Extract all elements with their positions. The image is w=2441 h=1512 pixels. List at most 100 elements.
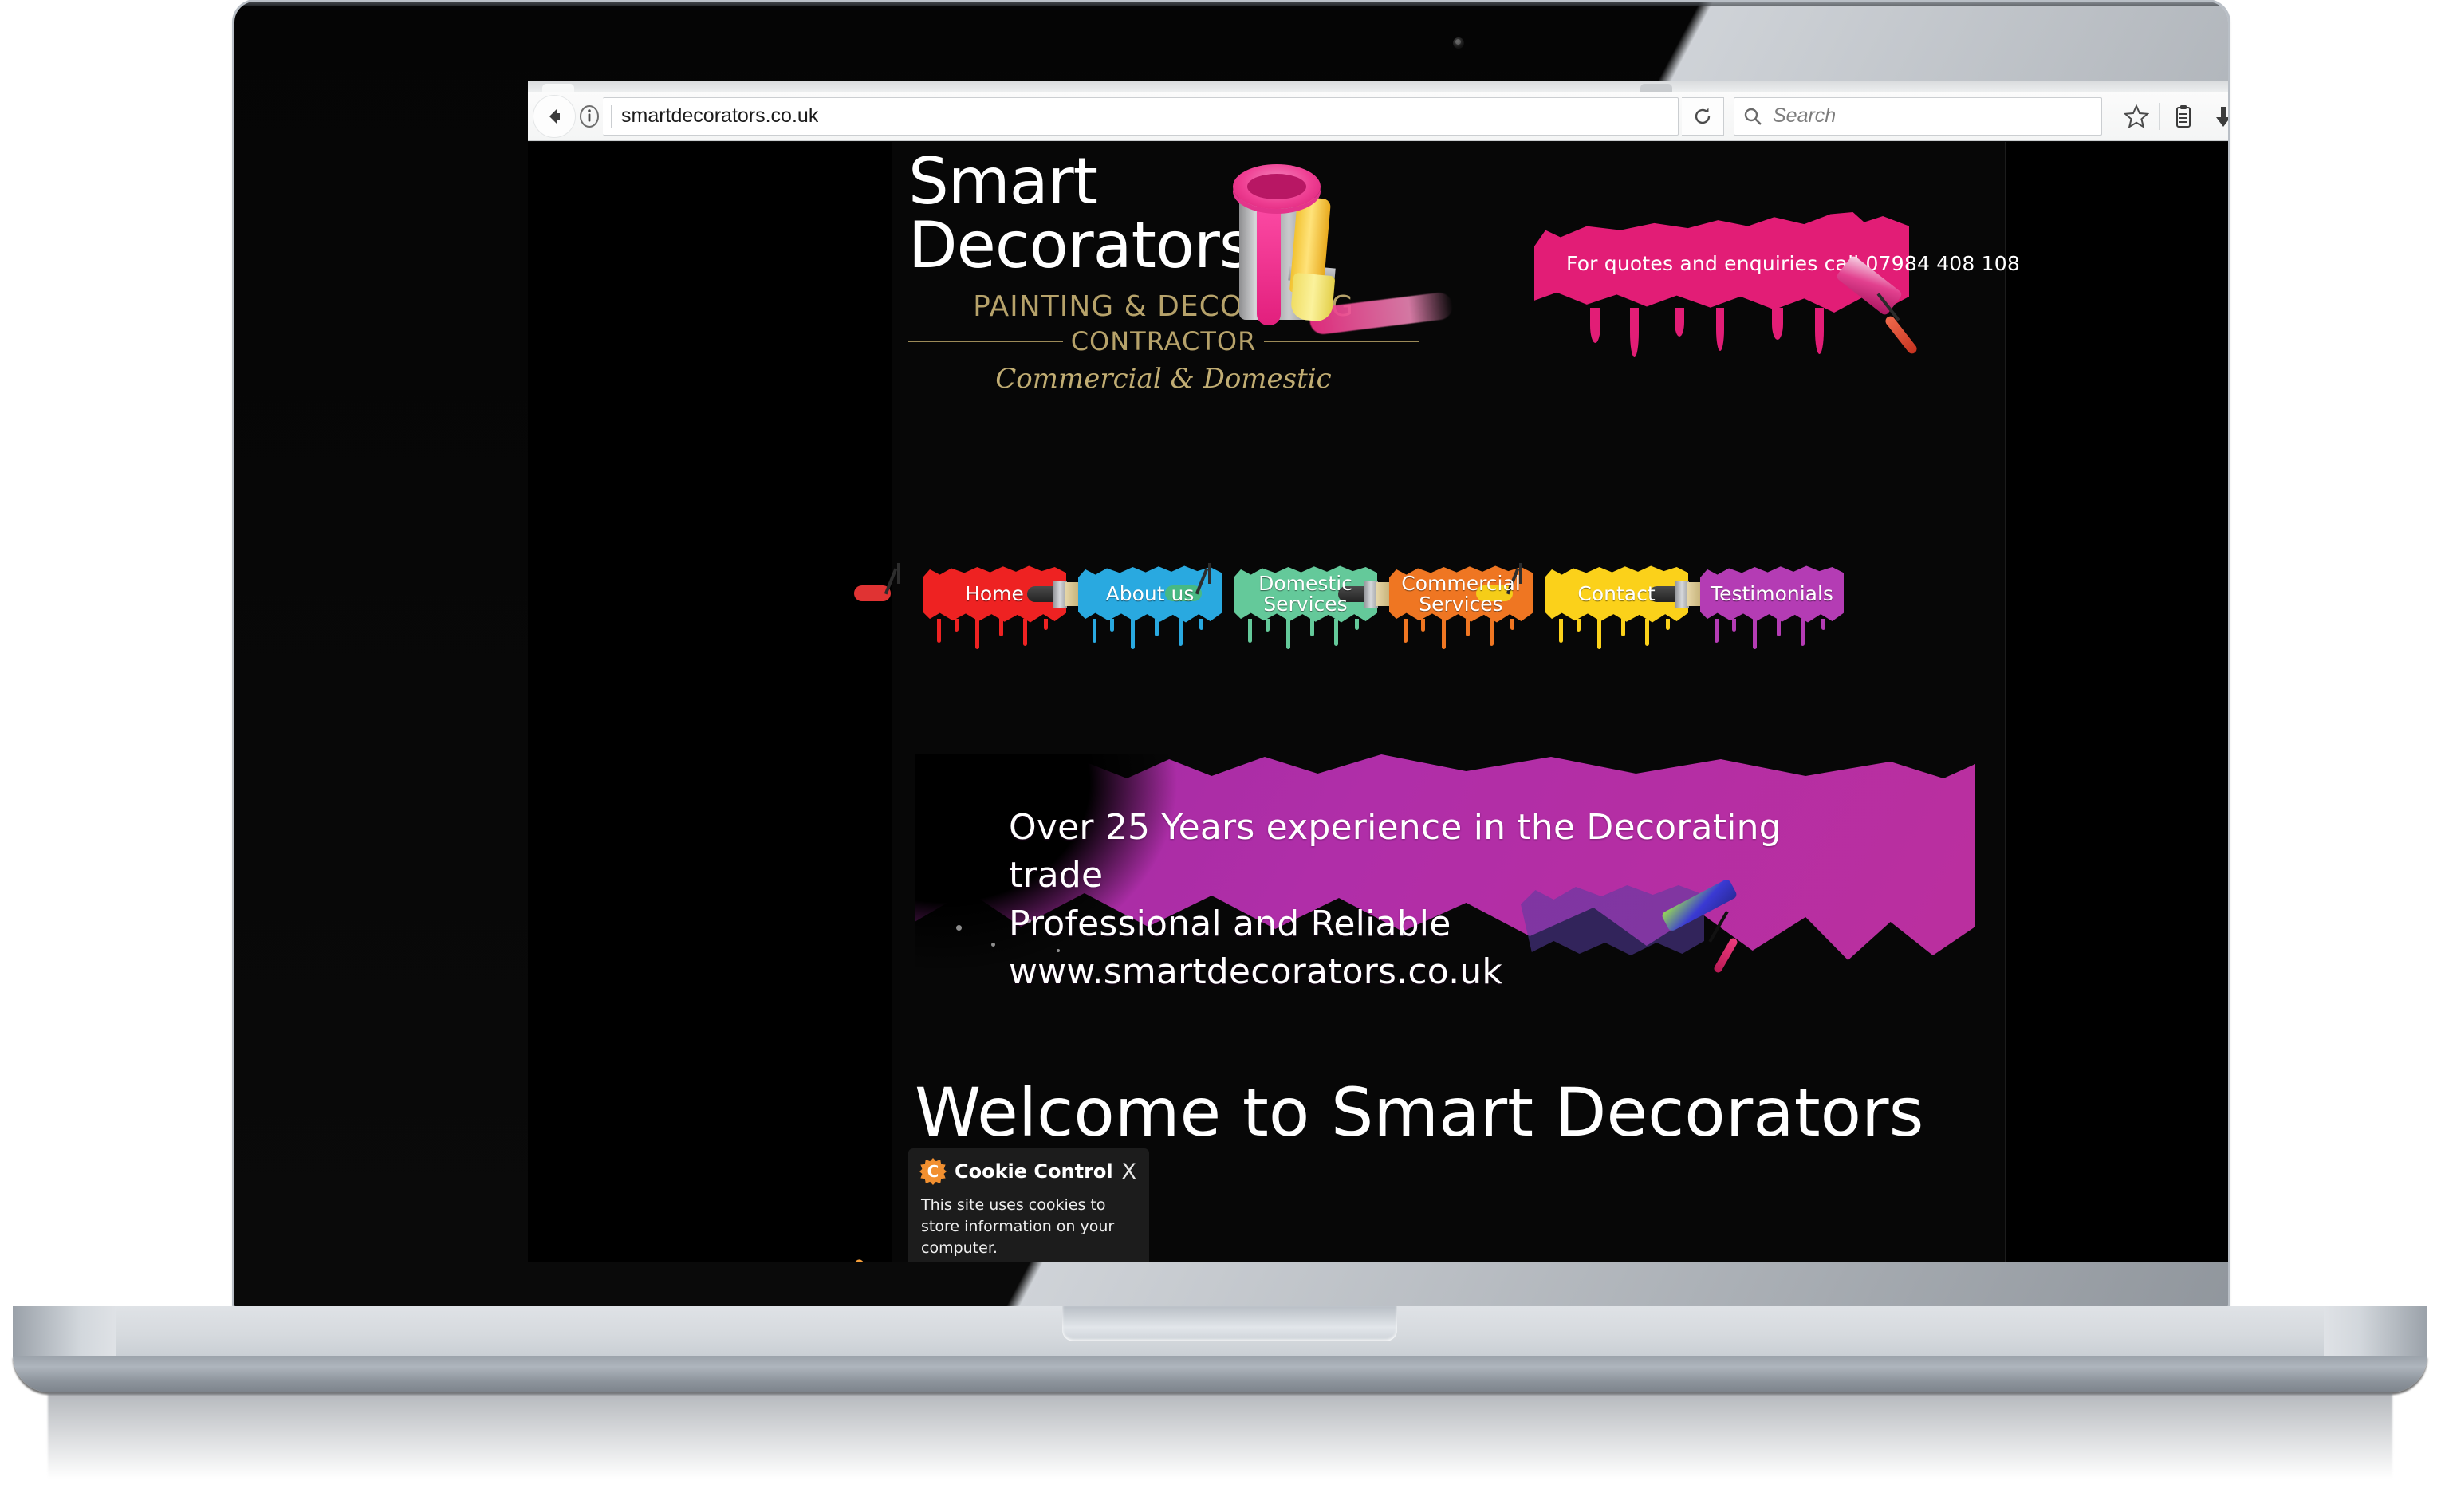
nav-label-line-1: Domestic bbox=[1258, 571, 1352, 595]
phone-splash-banner: For quotes and enquiries call 07984 408 … bbox=[1518, 190, 2020, 357]
url-text: smartdecorators.co.uk bbox=[621, 104, 819, 127]
splash-drip bbox=[1630, 308, 1639, 357]
site-identity-button[interactable] bbox=[576, 103, 603, 130]
lid-highlight bbox=[234, 2, 2228, 6]
browser-window: smartdecorators.co.uk Search Smart Decor… bbox=[528, 81, 2228, 1262]
downloads-icon bbox=[2216, 106, 2228, 127]
laptop-trackpad-notch bbox=[1062, 1306, 1397, 1341]
splash-drip bbox=[1772, 308, 1783, 340]
active-tab[interactable] bbox=[542, 84, 574, 92]
reload-icon bbox=[1695, 108, 1711, 124]
paint-roller-icon bbox=[1835, 254, 1933, 356]
search-placeholder: Search bbox=[1773, 104, 1837, 127]
cookie-control-tab-icon[interactable]: C bbox=[833, 1258, 886, 1262]
back-arrow-icon bbox=[549, 108, 560, 124]
banner-line-1: Over 25 Years experience in the Decorati… bbox=[1009, 807, 1782, 896]
splash-drip bbox=[1815, 308, 1824, 354]
nav-item-testimonials[interactable]: Testimonials bbox=[1649, 557, 1844, 656]
page-title: Welcome to Smart Decorators bbox=[915, 1073, 1924, 1152]
rule-left bbox=[908, 341, 1063, 342]
nav-item-domestic[interactable]: Domestic Services bbox=[1165, 557, 1377, 656]
site-content-column: Smart Decorators PAINTING & DECORATING C… bbox=[854, 142, 2020, 1262]
brush-bristles bbox=[1376, 582, 1389, 606]
laptop-mockup: smartdecorators.co.uk Search Smart Decor… bbox=[0, 0, 2441, 1512]
rule-right bbox=[1264, 341, 1419, 342]
paint-roller-icon bbox=[854, 563, 931, 612]
url-divider bbox=[611, 104, 612, 128]
nav-paint-drips bbox=[1700, 619, 1844, 656]
laptop-lid: smartdecorators.co.uk Search Smart Decor… bbox=[234, 2, 2228, 1309]
new-tab-button[interactable] bbox=[1640, 84, 1672, 92]
brush-bristles bbox=[1065, 582, 1078, 606]
nav-label-line-2: Services bbox=[1263, 593, 1348, 616]
nav-paint-drips bbox=[1545, 619, 1688, 656]
nav-label-line-1: Home bbox=[965, 581, 1024, 605]
search-icon bbox=[1744, 108, 1762, 125]
nav-item-commercial[interactable]: Commercial Services bbox=[1338, 557, 1533, 656]
banner-line-3: www.smartdecorators.co.uk bbox=[1009, 951, 1503, 992]
cookie-control-header: C Cookie Control X bbox=[908, 1148, 1149, 1190]
website-body: Smart Decorators PAINTING & DECORATING C… bbox=[528, 142, 2228, 1262]
laptop-reflection bbox=[48, 1392, 2392, 1512]
nav-item-label: Domestic Services bbox=[1234, 565, 1377, 624]
nav-item-contact[interactable]: Contact bbox=[1476, 557, 1688, 656]
browser-tabstrip[interactable] bbox=[528, 81, 2228, 92]
roller-handle bbox=[1884, 314, 1919, 356]
url-bar[interactable]: smartdecorators.co.uk bbox=[603, 96, 1679, 136]
splash-drip bbox=[1590, 308, 1600, 343]
nav-item-about-us[interactable]: About us bbox=[1027, 557, 1222, 656]
banner-line-2: Professional and Reliable bbox=[1009, 903, 1451, 944]
brush-bristles bbox=[1687, 582, 1700, 606]
nav-item-label: Home bbox=[923, 565, 1066, 624]
cookie-control-title: Cookie Control bbox=[955, 1160, 1113, 1183]
nav-item-home[interactable]: Home bbox=[854, 557, 1066, 656]
toolbar-divider bbox=[2159, 102, 2160, 130]
page-viewport: Smart Decorators PAINTING & DECORATING C… bbox=[528, 142, 2228, 1262]
main-navigation: Home About us Domestic Services Commercial Se… bbox=[854, 557, 2005, 660]
close-icon[interactable]: X bbox=[1120, 1160, 1139, 1184]
nav-label-line-2: Services bbox=[1419, 593, 1503, 616]
banner-speck bbox=[956, 925, 962, 931]
bookmark-star-icon bbox=[2124, 104, 2149, 128]
nav-label-line-1: Commercial bbox=[1401, 571, 1521, 595]
reading-list-icon bbox=[2176, 104, 2191, 128]
nav-item-label: Contact bbox=[1545, 565, 1688, 624]
reading-list-button[interactable] bbox=[2163, 96, 2203, 137]
nav-paint-drips bbox=[1389, 619, 1533, 656]
banner-text-block: Over 25 Years experience in the Decorati… bbox=[1009, 804, 1846, 996]
splash-drip bbox=[1716, 308, 1724, 351]
laptop-base bbox=[13, 1306, 2427, 1392]
laptop-base-front bbox=[13, 1356, 2427, 1392]
nav-item-label: About us bbox=[1078, 565, 1222, 624]
paint-can-drip bbox=[1257, 191, 1281, 325]
cookie-control-panel: C Cookie Control X This site uses cookie… bbox=[908, 1148, 1149, 1262]
cookie-c-letter: C bbox=[927, 1162, 939, 1181]
webcam-icon bbox=[1453, 37, 1464, 49]
nav-item-label: Commercial Services bbox=[1389, 565, 1533, 624]
promo-banner: Over 25 Years experience in the Decorati… bbox=[915, 754, 1975, 994]
back-button[interactable] bbox=[533, 94, 576, 138]
downloads-button[interactable] bbox=[2203, 96, 2228, 137]
info-icon bbox=[580, 104, 599, 128]
cookie-c-letter: C bbox=[833, 1258, 886, 1262]
browser-navigation-bar: smartdecorators.co.uk Search bbox=[528, 92, 2228, 141]
paint-pot-icon bbox=[1215, 156, 1455, 340]
nav-paint-drips bbox=[1078, 619, 1222, 656]
reload-button[interactable] bbox=[1682, 96, 1724, 136]
paint-can-rim bbox=[1233, 164, 1321, 209]
brush-bristles bbox=[1289, 272, 1336, 323]
banner-speck bbox=[991, 943, 995, 947]
bookmark-star-button[interactable] bbox=[2116, 96, 2156, 137]
logo-tagline-3: Commercial & Domestic bbox=[995, 363, 1332, 395]
splash-drip bbox=[1675, 308, 1684, 337]
search-bar[interactable]: Search bbox=[1734, 96, 2102, 136]
cookie-control-sun-icon: C bbox=[919, 1158, 947, 1185]
nav-item-label: Testimonials bbox=[1700, 565, 1844, 624]
browser-toolbar-icons bbox=[2116, 96, 2228, 137]
cookie-control-body-text: This site uses cookies to store informat… bbox=[921, 1196, 1115, 1257]
nav-paint-drips bbox=[923, 619, 1066, 656]
nav-label-line-1: About us bbox=[1105, 581, 1195, 605]
nav-label-line-1: Contact bbox=[1577, 581, 1656, 605]
roller-arm-upper bbox=[897, 563, 900, 584]
roller-arm bbox=[884, 568, 898, 595]
